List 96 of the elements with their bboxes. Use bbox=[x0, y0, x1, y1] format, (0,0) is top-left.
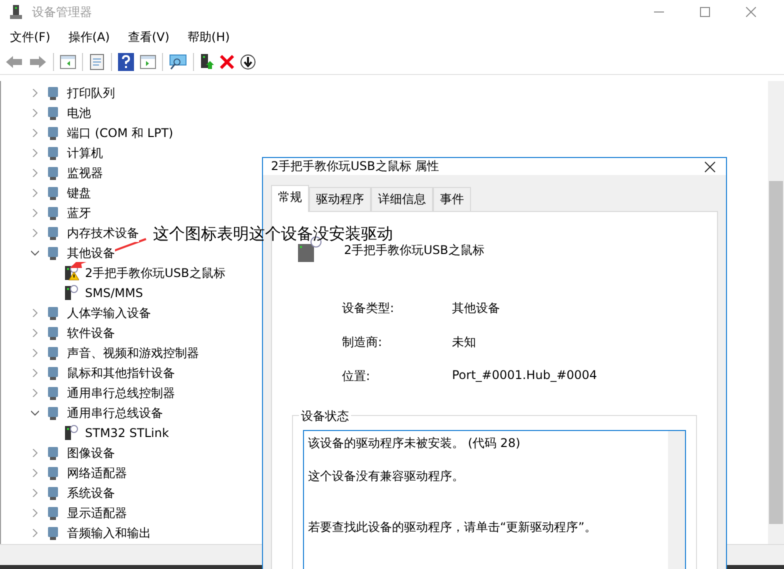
device-icon bbox=[45, 325, 61, 341]
tree-item[interactable]: 其他设备 bbox=[67, 244, 115, 262]
device-icon bbox=[45, 185, 61, 201]
scrollbar[interactable] bbox=[768, 81, 784, 544]
expand-chevron-icon[interactable] bbox=[31, 509, 39, 517]
maximize-icon[interactable] bbox=[700, 7, 710, 17]
expand-chevron-icon[interactable] bbox=[31, 229, 39, 237]
tree-item[interactable]: 计算机 bbox=[67, 144, 103, 162]
tree-item[interactable]: 显示适配器 bbox=[67, 504, 127, 522]
group-label: 设备状态 bbox=[299, 408, 351, 425]
device-icon bbox=[45, 85, 61, 101]
tree-item[interactable]: 监视器 bbox=[67, 164, 103, 182]
tree-item[interactable]: 内存技术设备 bbox=[67, 224, 139, 242]
tree-item[interactable]: 音频输入和输出 bbox=[67, 524, 151, 542]
tree-item[interactable]: 电池 bbox=[67, 104, 91, 122]
device-icon bbox=[45, 205, 61, 221]
status-text: 若要查找此设备的驱动程序，请单击“更新驱动程序”。 bbox=[308, 519, 598, 536]
expand-chevron-icon[interactable] bbox=[31, 369, 39, 377]
device-icon bbox=[45, 225, 61, 241]
expand-chevron-icon[interactable] bbox=[31, 169, 39, 177]
dialog-title: 2手把手教你玩USB之鼠标 属性 bbox=[271, 158, 440, 175]
tab[interactable]: 常规 bbox=[271, 185, 309, 212]
device-icon bbox=[45, 245, 61, 261]
expand-chevron-icon[interactable] bbox=[31, 189, 39, 197]
device-icon bbox=[45, 445, 61, 461]
expand-chevron-icon[interactable] bbox=[31, 489, 39, 497]
device-icon bbox=[45, 305, 61, 321]
collapse-chevron-icon[interactable] bbox=[31, 409, 39, 417]
status-text: 该设备的驱动程序未被安装。 (代码 28) bbox=[308, 435, 522, 452]
device-manager-icon bbox=[8, 4, 24, 20]
expand-chevron-icon[interactable] bbox=[31, 329, 39, 337]
expand-chevron-icon[interactable] bbox=[31, 349, 39, 357]
field-label: 位置: bbox=[342, 368, 372, 385]
tree-item[interactable]: 键盘 bbox=[67, 184, 91, 202]
tree-item[interactable]: STM32 STLink bbox=[85, 426, 169, 440]
pane-icon[interactable] bbox=[140, 55, 156, 69]
help-icon[interactable] bbox=[118, 53, 134, 71]
device-icon bbox=[45, 365, 61, 381]
expand-chevron-icon[interactable] bbox=[31, 89, 39, 97]
tree-item[interactable]: SMS/MMS bbox=[85, 286, 143, 300]
device-icon bbox=[45, 465, 61, 481]
device-name: 2手把手教你玩USB之鼠标 bbox=[344, 242, 484, 258]
tree-item[interactable]: 声音、视频和游戏控制器 bbox=[67, 344, 199, 362]
expand-chevron-icon[interactable] bbox=[31, 469, 39, 477]
collapse-chevron-icon[interactable] bbox=[31, 249, 39, 257]
download-icon[interactable] bbox=[240, 54, 256, 70]
tree-item[interactable]: 端口 (COM 和 LPT) bbox=[67, 124, 174, 142]
menu-item[interactable]: 文件(F) bbox=[10, 28, 50, 46]
device-icon bbox=[45, 125, 61, 141]
expand-chevron-icon[interactable] bbox=[31, 529, 39, 537]
tree-item[interactable]: 图像设备 bbox=[67, 444, 115, 462]
menu-item[interactable]: 帮助(H) bbox=[187, 28, 230, 46]
status-text: 这个设备没有兼容驱动程序。 bbox=[308, 468, 465, 485]
back-arrow-icon[interactable] bbox=[5, 55, 23, 69]
tree-item[interactable]: 打印队列 bbox=[67, 84, 115, 102]
device-icon bbox=[45, 145, 61, 161]
window-title: 设备管理器 bbox=[32, 4, 92, 20]
properties-icon[interactable] bbox=[89, 54, 105, 70]
cross-icon[interactable] bbox=[220, 55, 234, 69]
status-text-box[interactable]: 该设备的驱动程序未被安装。 (代码 28) 这个设备没有兼容驱动程序。 若要查找此设备的驱动程序，请单击“更新驱动程序”。 bbox=[303, 430, 686, 569]
device-icon bbox=[45, 165, 61, 181]
expand-chevron-icon[interactable] bbox=[31, 129, 39, 137]
field-value: Port_#0001.Hub_#0004 bbox=[452, 368, 598, 384]
tree-item[interactable]: 2手把手教你玩USB之鼠标 bbox=[85, 264, 226, 282]
device-icon bbox=[45, 385, 61, 401]
expand-chevron-icon[interactable] bbox=[31, 449, 39, 457]
device-icon bbox=[45, 345, 61, 361]
tree-item[interactable]: 人体学输入设备 bbox=[67, 304, 151, 322]
expand-chevron-icon[interactable] bbox=[31, 309, 39, 317]
tree-item[interactable]: 通用串行总线控制器 bbox=[67, 384, 175, 402]
device-icon bbox=[45, 505, 61, 521]
field-value: 其他设备 bbox=[452, 300, 501, 317]
menu-item[interactable]: 查看(V) bbox=[128, 28, 170, 46]
tree-item[interactable]: 系统设备 bbox=[67, 484, 115, 502]
monitor-search-icon[interactable] bbox=[169, 54, 187, 70]
expand-chevron-icon[interactable] bbox=[31, 109, 39, 117]
expand-chevron-icon[interactable] bbox=[31, 389, 39, 397]
field-value: 未知 bbox=[452, 334, 477, 351]
device-update-icon[interactable] bbox=[200, 54, 214, 70]
tree-item[interactable]: 软件设备 bbox=[67, 324, 115, 342]
tree-item[interactable]: 通用串行总线设备 bbox=[67, 404, 163, 422]
expand-chevron-icon[interactable] bbox=[31, 149, 39, 157]
tree-item[interactable]: 蓝牙 bbox=[67, 204, 91, 222]
device-icon bbox=[45, 105, 61, 121]
menu-item[interactable]: 操作(A) bbox=[68, 28, 110, 46]
device-icon bbox=[45, 525, 61, 541]
field-label: 设备类型: bbox=[342, 300, 396, 317]
pane-icon[interactable] bbox=[60, 55, 76, 69]
tree-item[interactable]: 网络适配器 bbox=[67, 464, 127, 482]
forward-arrow-icon[interactable] bbox=[29, 55, 47, 69]
device-icon bbox=[45, 405, 61, 421]
field-label: 制造商: bbox=[342, 334, 384, 351]
close-icon[interactable] bbox=[704, 160, 716, 172]
tree-item[interactable]: 鼠标和其他指针设备 bbox=[67, 364, 175, 382]
expand-chevron-icon[interactable] bbox=[31, 209, 39, 217]
device-icon bbox=[45, 485, 61, 501]
